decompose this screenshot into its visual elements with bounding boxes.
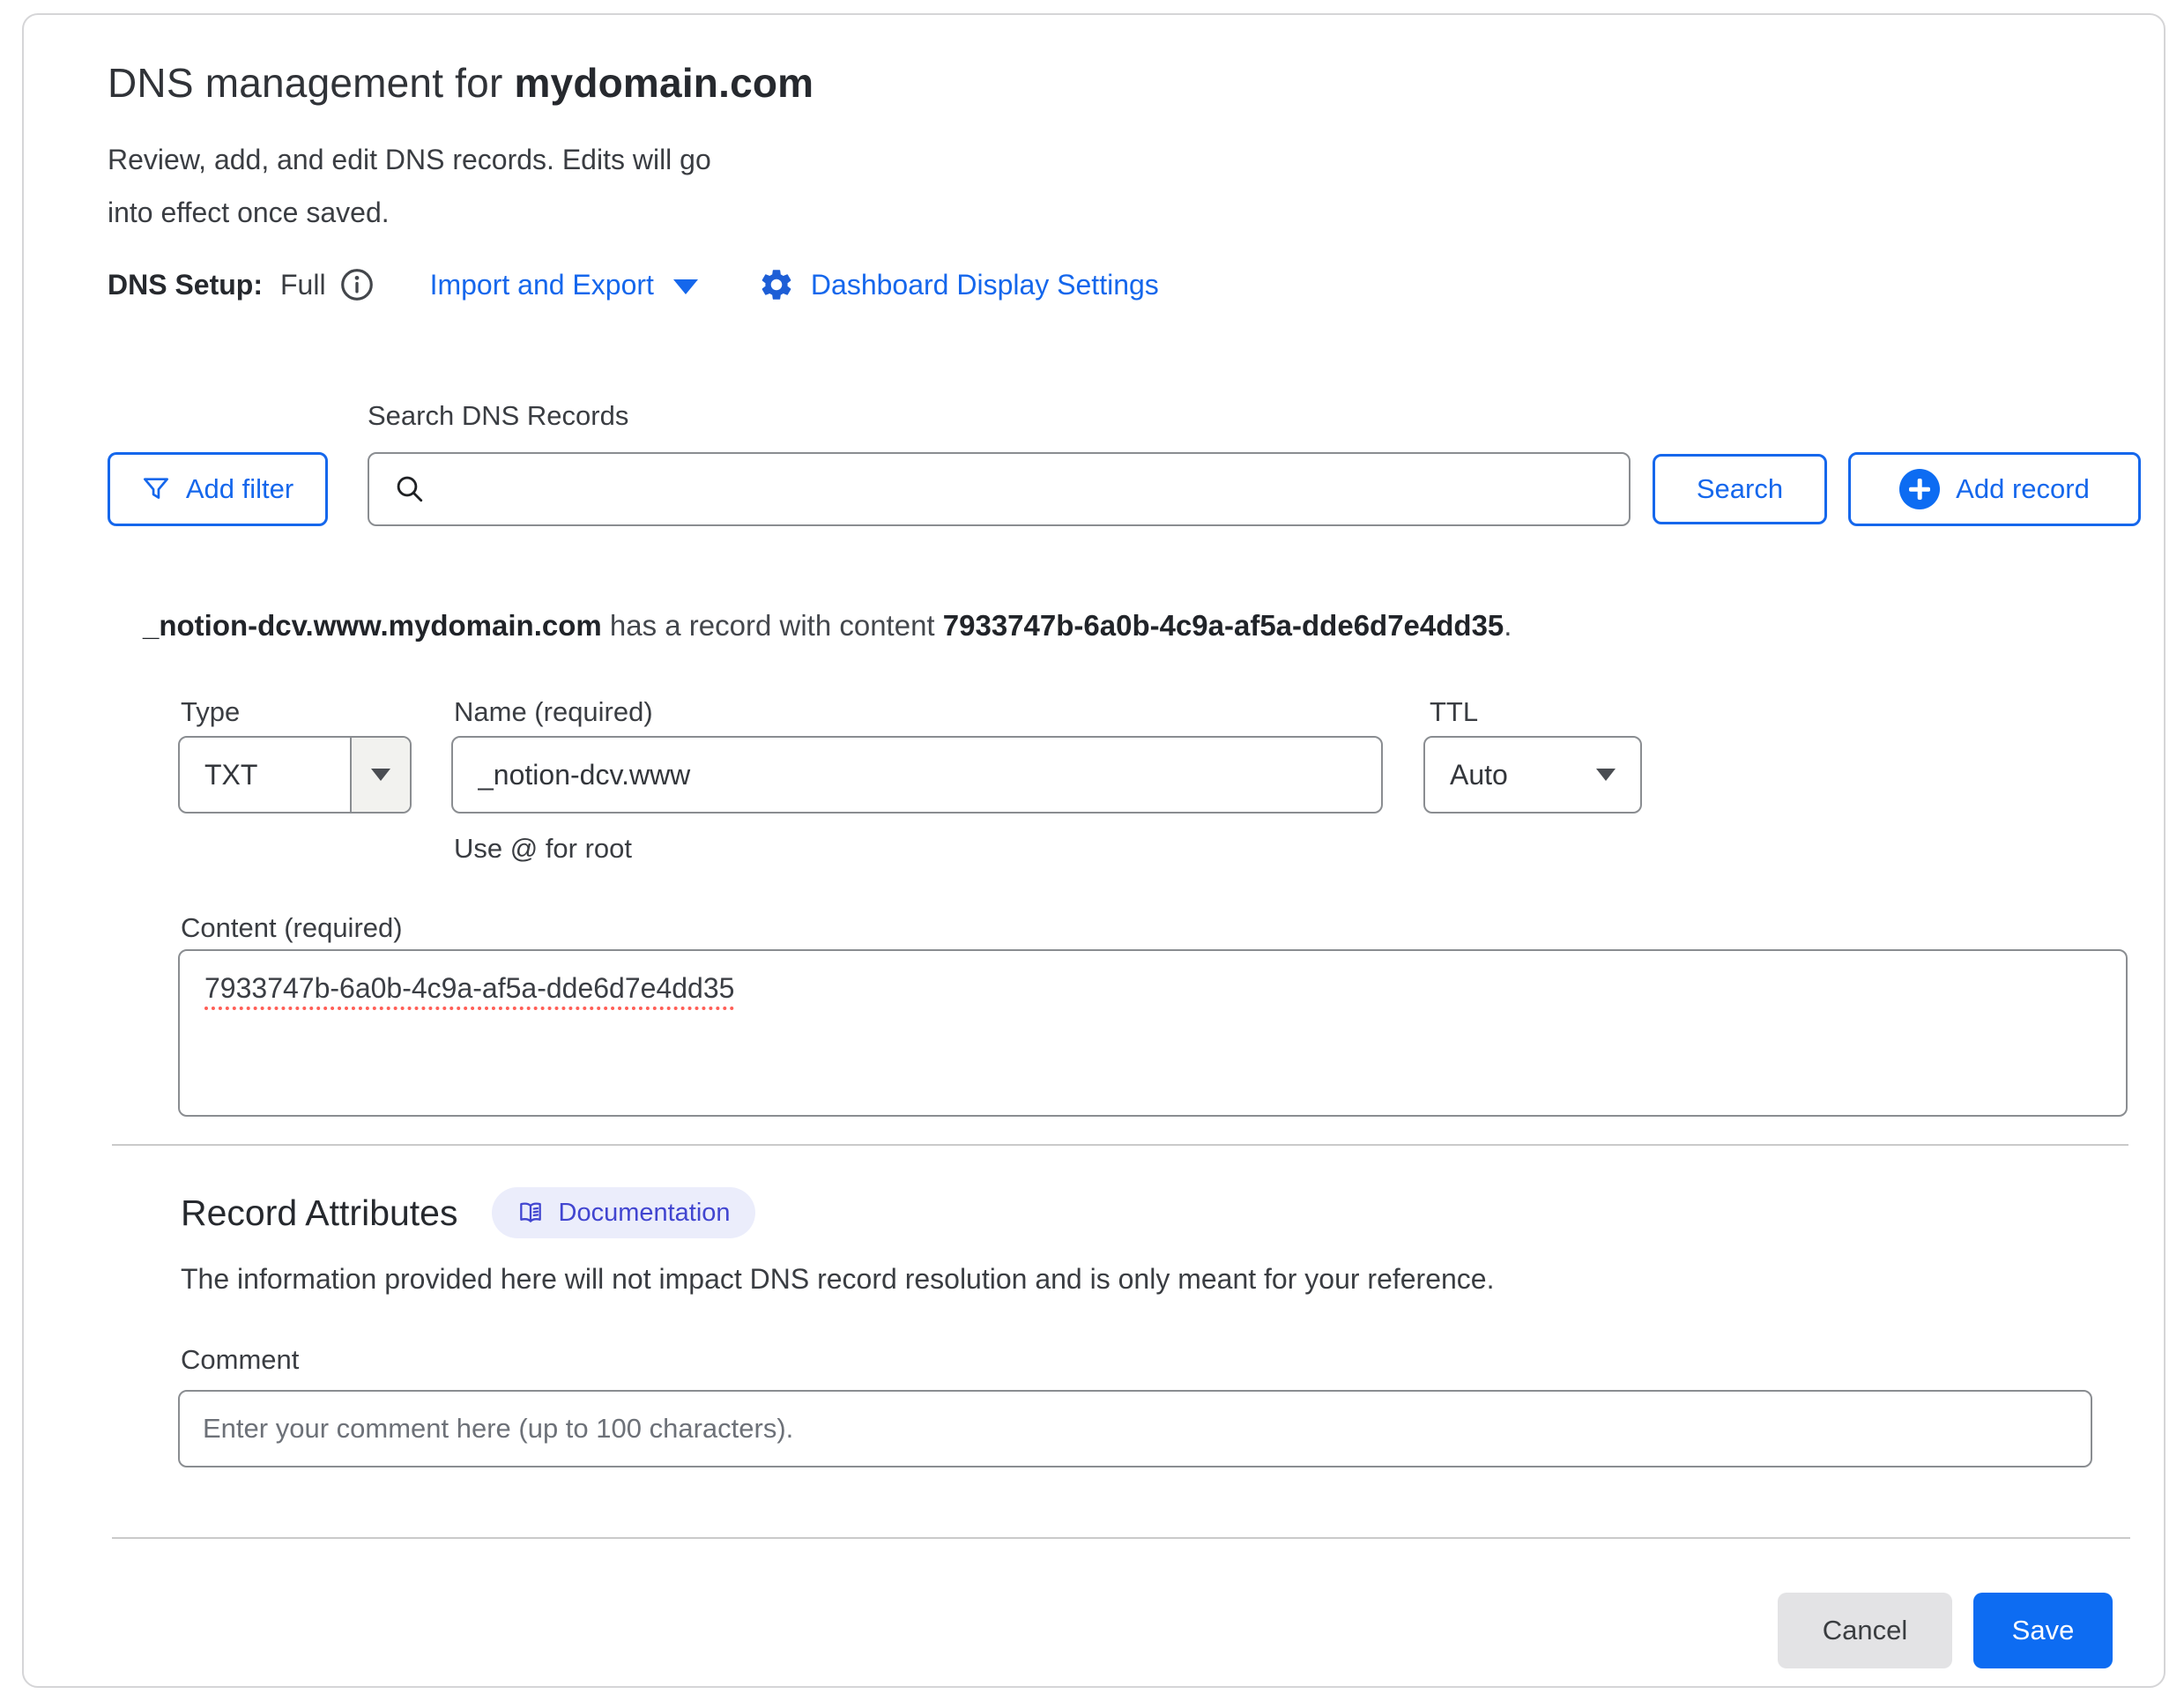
add-filter-label: Add filter [186,473,293,505]
content-value: 7933747b-6a0b-4c9a-af5a-dde6d7e4dd35 [204,972,734,1004]
record-attributes-description: The information provided here will not i… [181,1263,1494,1296]
record-exists-notice: _notion-dcv.www.mydomain.com has a recor… [143,609,1512,643]
subtitle-line-2: into effect once saved. [108,186,711,239]
notice-record-name: _notion-dcv.www.mydomain.com [143,609,602,642]
dns-management-card: DNS management for mydomain.com Review, … [22,13,2165,1688]
type-select[interactable]: TXT [178,736,412,814]
ttl-select-value: Auto [1450,759,1508,791]
add-record-label: Add record [1956,473,2090,505]
dns-management-page: DNS management for mydomain.com Review, … [0,0,2184,1694]
section-divider [112,1144,2128,1146]
name-input[interactable] [453,738,1381,812]
type-label: Type [181,696,240,728]
documentation-link[interactable]: Documentation [492,1187,755,1238]
chevron-down-icon [673,279,698,294]
ttl-select[interactable]: Auto [1423,736,1642,814]
save-button-label: Save [2012,1615,2075,1646]
chevron-down-icon [1596,769,1616,781]
record-attributes-header: Record Attributes Documentation [181,1187,755,1238]
record-attributes-heading: Record Attributes [181,1192,458,1234]
ttl-label: TTL [1430,696,1478,728]
page-title: DNS management for mydomain.com [108,59,813,107]
dashboard-display-settings-link[interactable]: Dashboard Display Settings [758,266,1159,303]
import-export-label: Import and Export [430,269,654,301]
search-input-container [368,452,1631,526]
footer-divider [112,1537,2130,1539]
funnel-icon [142,475,170,503]
chevron-down-icon [371,769,390,781]
dns-setup-row: DNS Setup: Full Import and Export [108,262,1159,308]
page-title-prefix: DNS management for [108,60,514,106]
subtitle-line-1: Review, add, and edit DNS records. Edits… [108,133,711,186]
search-button-label: Search [1697,473,1783,505]
name-helper-text: Use @ for root [454,833,632,865]
type-select-caret-zone[interactable] [350,738,410,812]
content-label: Content (required) [181,912,403,944]
documentation-label: Documentation [559,1199,731,1228]
add-filter-button[interactable]: Add filter [108,452,328,526]
search-dns-records-label: Search DNS Records [368,400,628,432]
cancel-button[interactable]: Cancel [1778,1593,1952,1668]
add-record-button[interactable]: Add record [1848,452,2141,526]
type-select-value: TXT [180,759,350,791]
import-export-link[interactable]: Import and Export [430,269,698,301]
dns-setup-label: DNS Setup: [108,269,263,301]
page-subtitle: Review, add, and edit DNS records. Edits… [108,133,711,239]
comment-input-container [178,1390,2092,1467]
comment-label: Comment [181,1344,299,1376]
comment-input[interactable] [180,1392,2091,1466]
dns-setup-value: Full [280,269,326,301]
notice-record-content: 7933747b-6a0b-4c9a-af5a-dde6d7e4dd35 [943,609,1504,642]
search-input[interactable] [426,454,1629,524]
open-book-icon [516,1199,545,1227]
info-circle-icon[interactable] [338,266,375,303]
name-label: Name (required) [454,696,653,728]
content-textarea[interactable]: 7933747b-6a0b-4c9a-af5a-dde6d7e4dd35 [178,949,2128,1117]
page-title-domain: mydomain.com [514,60,813,106]
save-button[interactable]: Save [1973,1593,2113,1668]
search-button[interactable]: Search [1653,454,1827,524]
cancel-button-label: Cancel [1823,1615,1908,1646]
plus-circle-icon [1899,469,1940,509]
gear-icon [758,266,795,303]
dashboard-display-settings-label: Dashboard Display Settings [811,269,1159,301]
notice-middle-text: has a record with content [602,609,943,642]
magnifier-icon [394,473,426,505]
notice-suffix: . [1504,609,1512,642]
name-input-container [451,736,1383,814]
